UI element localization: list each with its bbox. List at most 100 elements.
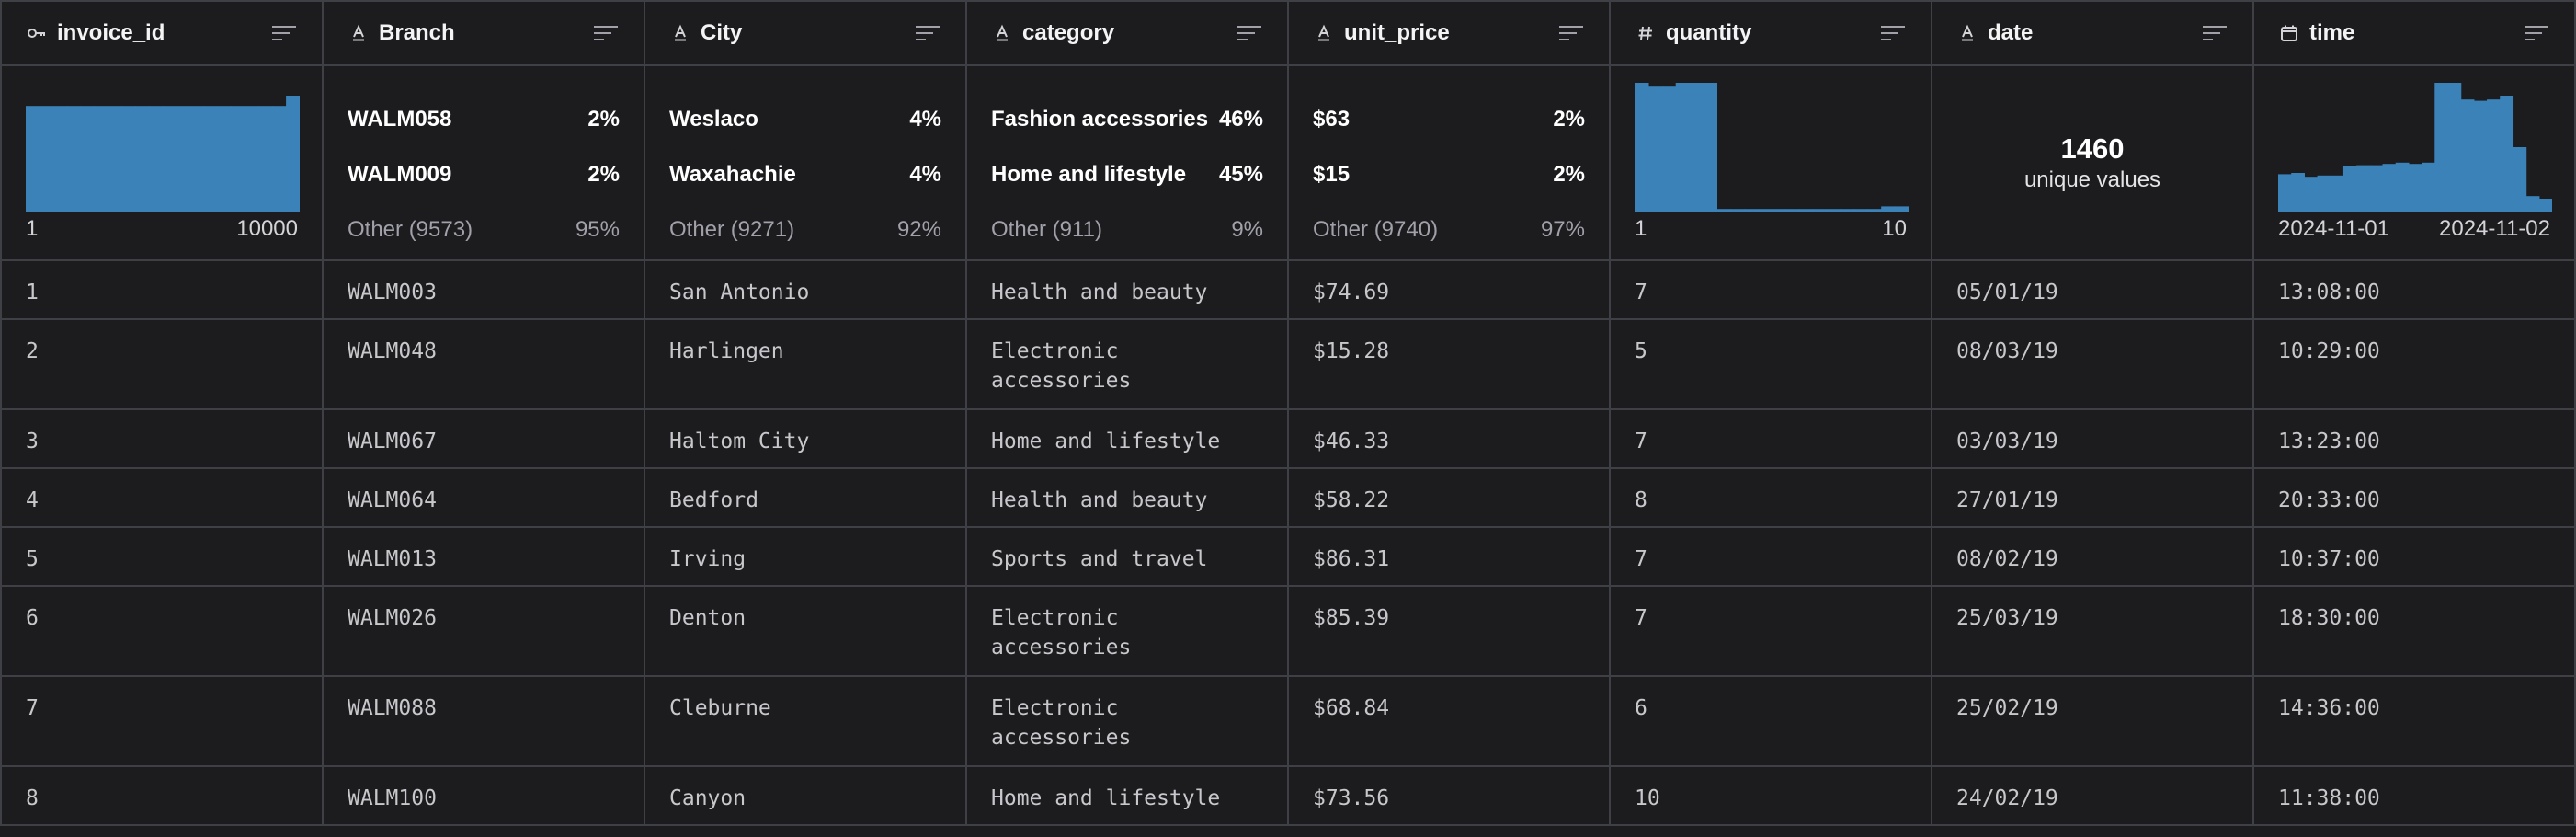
cell-city[interactable]: Harlingen: [645, 320, 967, 410]
cell-category[interactable]: Home and lifestyle: [967, 410, 1289, 469]
column-header-category[interactable]: category: [967, 2, 1289, 66]
column-header-date[interactable]: date: [1932, 2, 2254, 66]
histogram-bar: [176, 106, 191, 212]
histogram: [2278, 83, 2552, 212]
column-name: date: [1988, 20, 2034, 45]
column-header-quantity[interactable]: quantity: [1611, 2, 1932, 66]
cell-unit-price[interactable]: $86.31: [1289, 528, 1611, 587]
cell-branch[interactable]: WALM003: [324, 261, 645, 320]
cell-branch[interactable]: WALM100: [324, 767, 645, 826]
cell-invoice-id[interactable]: 2: [2, 320, 324, 410]
cell-category[interactable]: Home and lifestyle: [967, 767, 1289, 826]
cell-date[interactable]: 08/02/19: [1932, 528, 2254, 587]
cell-city[interactable]: San Antonio: [645, 261, 967, 320]
cell-time[interactable]: 13:23:00: [2254, 410, 2576, 469]
column-name: quantity: [1666, 20, 1752, 45]
cell-quantity[interactable]: 10: [1611, 767, 1932, 826]
cell-quantity[interactable]: 6: [1611, 677, 1932, 767]
cell-date[interactable]: 25/03/19: [1932, 587, 2254, 677]
cell-date[interactable]: 25/02/19: [1932, 677, 2254, 767]
sort-icon[interactable]: [270, 22, 298, 44]
cell-date[interactable]: 24/02/19: [1932, 767, 2254, 826]
cell-city[interactable]: Haltom City: [645, 410, 967, 469]
cell-unit-price[interactable]: $58.22: [1289, 469, 1611, 528]
axis-max-label: 2024-11-02: [2439, 216, 2550, 241]
cell-time[interactable]: 10:37:00: [2254, 528, 2576, 587]
cell-unit-price[interactable]: $74.69: [1289, 261, 1611, 320]
text-type-icon: [1313, 22, 1335, 44]
cell-invoice-id[interactable]: 1: [2, 261, 324, 320]
cell-branch[interactable]: WALM048: [324, 320, 645, 410]
cell-quantity[interactable]: 5: [1611, 320, 1932, 410]
cell-category[interactable]: Electronic accessories: [967, 320, 1289, 410]
cell-unit-price[interactable]: $46.33: [1289, 410, 1611, 469]
cell-city[interactable]: Irving: [645, 528, 967, 587]
cell-unit-price[interactable]: $15.28: [1289, 320, 1611, 410]
cell-unit-price[interactable]: $85.39: [1289, 587, 1611, 677]
cell-unit-price[interactable]: $68.84: [1289, 677, 1611, 767]
cell-category[interactable]: Electronic accessories: [967, 677, 1289, 767]
cell-invoice-id[interactable]: 5: [2, 528, 324, 587]
cell-quantity[interactable]: 7: [1611, 528, 1932, 587]
other-values-label: Other (9271): [669, 217, 795, 242]
cell-category[interactable]: Sports and travel: [967, 528, 1289, 587]
sort-icon[interactable]: [1236, 22, 1263, 44]
top-value-row[interactable]: WALM058 2%: [348, 92, 620, 147]
cell-branch[interactable]: WALM088: [324, 677, 645, 767]
cell-invoice-id[interactable]: 7: [2, 677, 324, 767]
column-header-invoice-id[interactable]: invoice_id: [2, 2, 324, 66]
unique-label: unique values: [2023, 167, 2161, 192]
cell-time[interactable]: 14:36:00: [2254, 677, 2576, 767]
cell-branch[interactable]: WALM067: [324, 410, 645, 469]
top-value-row[interactable]: $63 2%: [1313, 92, 1585, 147]
column-header-time[interactable]: time: [2254, 2, 2576, 66]
sort-icon[interactable]: [592, 22, 620, 44]
top-value-row[interactable]: Waxahachie 4%: [669, 147, 941, 202]
column-header-branch[interactable]: Branch: [324, 2, 645, 66]
cell-invoice-id[interactable]: 4: [2, 469, 324, 528]
top-value-label: WALM058: [348, 107, 452, 132]
cell-unit-price[interactable]: $73.56: [1289, 767, 1611, 826]
cell-date[interactable]: 27/01/19: [1932, 469, 2254, 528]
sort-icon[interactable]: [914, 22, 941, 44]
top-value-row[interactable]: Weslaco 4%: [669, 92, 941, 147]
cell-branch[interactable]: WALM064: [324, 469, 645, 528]
cell-branch[interactable]: WALM026: [324, 587, 645, 677]
cell-invoice-id[interactable]: 8: [2, 767, 324, 826]
cell-time[interactable]: 20:33:00: [2254, 469, 2576, 528]
cell-time[interactable]: 13:08:00: [2254, 261, 2576, 320]
cell-time[interactable]: 11:38:00: [2254, 767, 2576, 826]
cell-invoice-id[interactable]: 6: [2, 587, 324, 677]
cell-category[interactable]: Health and beauty: [967, 469, 1289, 528]
column-header-city[interactable]: City: [645, 2, 967, 66]
top-value-row[interactable]: Home and lifestyle 45%: [991, 147, 1263, 202]
sort-icon[interactable]: [2201, 22, 2228, 44]
cell-category[interactable]: Electronic accessories: [967, 587, 1289, 677]
sort-icon[interactable]: [2523, 22, 2550, 44]
cell-city[interactable]: Canyon: [645, 767, 967, 826]
cell-city[interactable]: Cleburne: [645, 677, 967, 767]
cell-quantity[interactable]: 8: [1611, 469, 1932, 528]
cell-quantity[interactable]: 7: [1611, 587, 1932, 677]
cell-city[interactable]: Bedford: [645, 469, 967, 528]
column-header-unit-price[interactable]: unit_price: [1289, 2, 1611, 66]
cell-date[interactable]: 03/03/19: [1932, 410, 2254, 469]
sort-icon[interactable]: [1557, 22, 1585, 44]
cell-time[interactable]: 18:30:00: [2254, 587, 2576, 677]
cell-date[interactable]: 08/03/19: [1932, 320, 2254, 410]
text-type-icon: [348, 22, 370, 44]
histogram-bar: [1716, 209, 1731, 212]
top-value-row[interactable]: Fashion accessories 46%: [991, 92, 1263, 147]
cell-branch[interactable]: WALM013: [324, 528, 645, 587]
cell-quantity[interactable]: 7: [1611, 410, 1932, 469]
top-value-row[interactable]: $15 2%: [1313, 147, 1585, 202]
column-name: unit_price: [1344, 20, 1450, 45]
cell-category[interactable]: Health and beauty: [967, 261, 1289, 320]
cell-date[interactable]: 05/01/19: [1932, 261, 2254, 320]
cell-quantity[interactable]: 7: [1611, 261, 1932, 320]
top-value-row[interactable]: WALM009 2%: [348, 147, 620, 202]
cell-city[interactable]: Denton: [645, 587, 967, 677]
cell-time[interactable]: 10:29:00: [2254, 320, 2576, 410]
sort-icon[interactable]: [1879, 22, 1907, 44]
cell-invoice-id[interactable]: 3: [2, 410, 324, 469]
